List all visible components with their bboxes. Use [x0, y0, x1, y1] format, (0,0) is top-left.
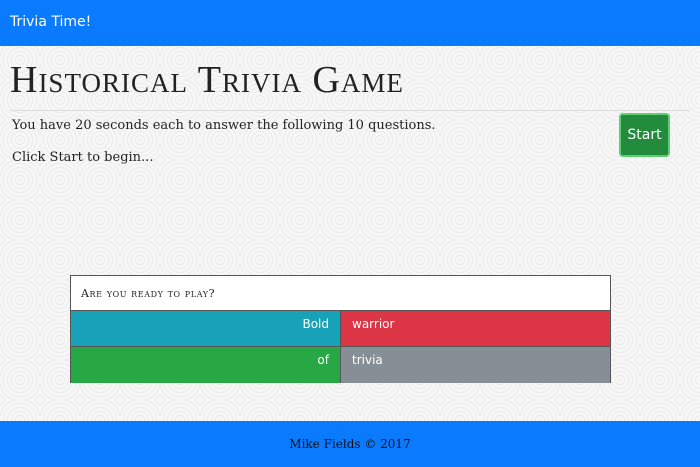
answer-option-4[interactable]: trivia: [341, 347, 610, 383]
start-button[interactable]: Start: [619, 113, 670, 157]
page-title: Historical Trivia Game: [10, 59, 404, 101]
instructions-text: You have 20 seconds each to answer the f…: [12, 118, 436, 133]
title-divider: [10, 110, 690, 111]
quiz-question: Are you ready to play?: [71, 276, 610, 311]
answer-option-1[interactable]: Bold: [71, 311, 341, 347]
navbar-brand[interactable]: Trivia Time!: [10, 14, 91, 30]
start-hint-text: Click Start to begin...: [12, 150, 154, 165]
answer-option-2[interactable]: warrior: [341, 311, 610, 347]
answer-option-3[interactable]: of: [71, 347, 341, 383]
navbar: Trivia Time!: [0, 0, 700, 46]
footer-text: Mike Fields © 2017: [289, 437, 411, 451]
footer: Mike Fields © 2017: [0, 421, 700, 467]
quiz-panel: Are you ready to play? Bold warrior of t…: [70, 275, 611, 383]
answer-grid: Bold warrior of trivia: [71, 311, 610, 383]
